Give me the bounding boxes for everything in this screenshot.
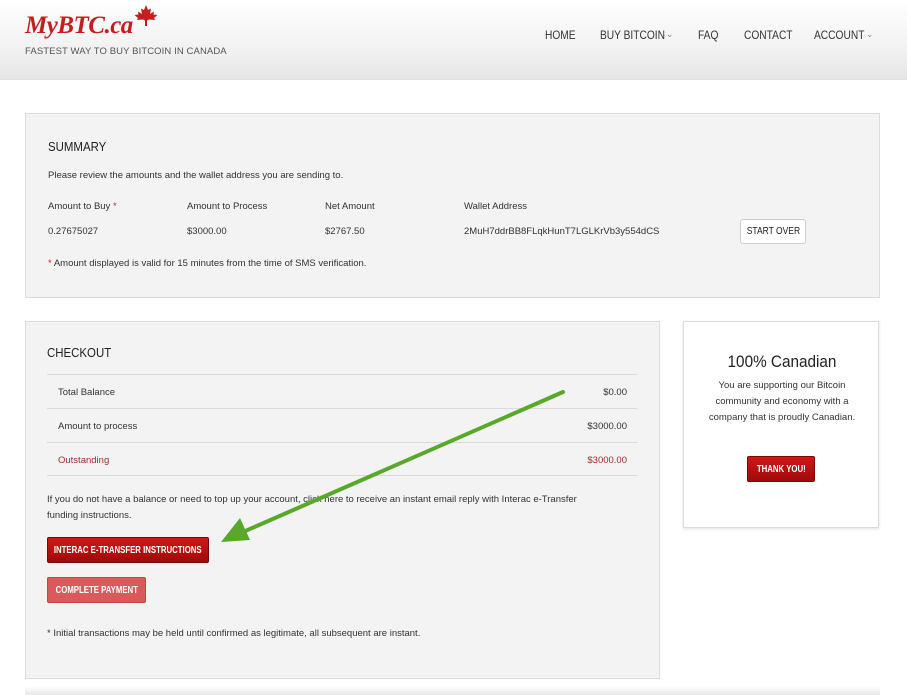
annotation-arrow-icon — [221, 390, 565, 542]
footer-strip — [25, 686, 880, 695]
